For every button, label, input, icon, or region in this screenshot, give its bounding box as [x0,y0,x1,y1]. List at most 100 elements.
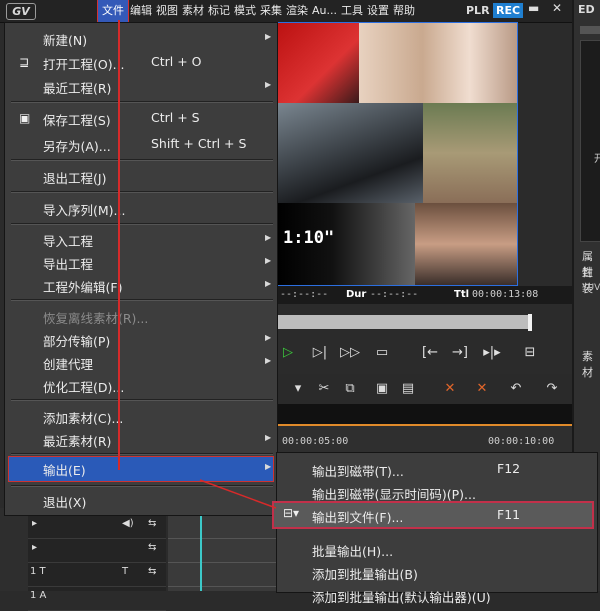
ripple-delete-icon[interactable]: ✕ [472,380,492,398]
menu-marker[interactable]: 标记 [206,0,232,22]
redo-icon[interactable]: ↷ [542,380,562,398]
menu-view[interactable]: 视图 [154,0,180,22]
time-info-bar: --:--:-- Dur --:--:-- Ttl 00:00:13:08 [276,286,572,304]
menu-help[interactable]: 帮助 [391,0,417,22]
set-out-icon[interactable]: →] [448,342,472,364]
set-in-icon[interactable]: [← [418,342,442,364]
menu-separator [11,191,273,193]
menu-add-clip[interactable]: 添加素材(C)... [5,405,277,427]
mode-icon[interactable]: ▾ [288,380,308,398]
play-icon[interactable]: ▷ [276,342,300,364]
menu-mode[interactable]: 模式 [232,0,258,22]
scrub-handle[interactable] [528,314,532,331]
menu-export-to-tape[interactable]: 输出到磁带(T)... F12 [277,457,597,479]
sync-icon[interactable]: ⇆ [148,566,156,577]
menu-external-edit[interactable]: 工程外编辑(F) ▶ [5,274,277,296]
edit-panel-title: ED [578,3,595,16]
paste-icon[interactable]: ▣ [372,380,392,398]
menu-create-proxy[interactable]: 创建代理 ▶ [5,351,277,373]
title-icon[interactable]: T [122,566,128,577]
lane-divider [168,586,278,587]
expand-icon[interactable]: ▸ [32,542,37,553]
lane-divider [168,562,278,563]
sync-icon[interactable]: ⇆ [148,542,156,553]
panel-header-bar [580,26,600,34]
menu-recent-clips[interactable]: 最近素材(R) ▶ [5,428,277,450]
audio-track-header[interactable]: 1 A [28,586,166,611]
ttl-label: Ttl [454,289,470,300]
menu-open-project[interactable]: ⊒ 打开工程(O)... Ctrl + O [5,51,277,73]
rec-badge[interactable]: REC [493,3,524,18]
copy-icon[interactable]: ⧉ [340,380,360,398]
paste-alt-icon[interactable]: ▤ [398,380,418,398]
menu-separator [11,399,273,401]
menu-save-as[interactable]: 另存为(A)... Shift + Ctrl + S [5,133,277,155]
menu-add-to-batch-default[interactable]: 添加到批量输出(默认输出器)(U) [277,583,597,605]
menu-export-to-tape-tc[interactable]: 输出到磁带(显示时间码)(P)... [277,480,597,502]
menu-file[interactable]: 文件 [97,0,129,23]
menu-add-to-batch[interactable]: 添加到批量输出(B) [277,560,597,582]
menu-tools[interactable]: 工具 [339,0,365,22]
floppy-icon: ▣ [19,111,31,125]
menu-edit[interactable]: 编辑 [128,0,154,22]
fast-forward-icon[interactable]: ▷▷ [338,342,362,364]
annotation-line [118,20,120,470]
track-lanes[interactable] [168,508,278,591]
menu-recent-projects[interactable]: 最近工程(R) ▶ [5,75,277,97]
menu-separator [11,299,273,301]
menu-capture[interactable]: 采集 [258,0,284,22]
menu-optimize-project[interactable]: 优化工程(D)... [5,374,277,396]
export-file-icon: ⊟▾ [283,506,300,520]
photo-tile-red [277,23,359,103]
scrub-bar[interactable] [276,315,532,329]
title-track-header[interactable]: 1 T T ⇆ [28,562,166,587]
menu-bar: GV 文件 编辑 视图 素材 标记 模式 采集 渲染 Au... 工具 设置 帮… [0,0,572,23]
track-header[interactable]: ▸ ◀) ⇆ [28,514,166,539]
menu-separator [11,453,273,455]
undo-icon[interactable]: ↶ [506,380,526,398]
menu-export-to-file[interactable]: ⊟▾ 输出到文件(F)... F11 [272,501,594,529]
menu-export-project[interactable]: 导出工程 ▶ [5,251,277,273]
photo-tile-floral [423,103,517,203]
menu-audio[interactable]: Au... [310,0,339,22]
track-headers: ▸ ◀) ⇆ ▸ ⇆ 1 T T ⇆ 1 A [28,508,166,611]
menu-settings[interactable]: 设置 [365,0,391,22]
insert-icon[interactable]: ⊟ [518,342,542,364]
track-header[interactable]: ▸ ⇆ [28,538,166,563]
menu-new[interactable]: 新建(N) ▶ [5,27,277,49]
menu-render[interactable]: 渲染 [284,0,310,22]
menu-import-sequence[interactable]: 导入序列(M)... [5,197,277,219]
menu-partial-transfer[interactable]: 部分传输(P) ▶ [5,328,277,350]
expand-icon[interactable]: ▸ [32,518,37,529]
close-icon[interactable]: ✕ [552,1,562,15]
menu-clip[interactable]: 素材 [180,0,206,22]
dur-timecode: --:--:-- [370,289,419,300]
ttl-timecode: 00:00:13:08 [472,289,539,300]
sync-icon[interactable]: ⇆ [148,518,156,529]
menu-close-project[interactable]: 退出工程(J) [5,165,277,187]
menu-export[interactable]: 输出(E) ▶ [8,456,274,482]
minimize-icon[interactable]: ▬ [528,1,539,15]
split-icon[interactable]: ▸|▸ [480,342,504,364]
menu-separator [11,101,273,103]
menu-separator [11,223,273,225]
overlay-timecode: 1:10" [283,228,335,248]
playhead[interactable] [200,508,202,591]
dur-label: Dur [346,289,367,300]
ruler-time-1: 00:00:05:00 [282,436,349,447]
menu-save-project[interactable]: ▣ 保存工程(S) Ctrl + S [5,107,277,129]
step-forward-icon[interactable]: ▷| [308,342,332,364]
cut-icon[interactable]: ✂ [314,380,334,398]
menu-import-project[interactable]: 导入工程 ▶ [5,228,277,250]
preview-monitor[interactable]: 1:10" [276,22,518,286]
menu-batch-export[interactable]: 批量输出(H)... [277,537,597,559]
menu-exit[interactable]: 退出(X) [5,489,277,511]
photo-tile-portraits [359,23,517,103]
delete-icon[interactable]: ✕ [440,380,460,398]
loop-icon[interactable]: ▭ [370,342,394,364]
track-label: 1 A [30,590,47,601]
timeline-header [278,404,572,424]
speaker-icon[interactable]: ◀) [122,518,134,529]
lane-divider [168,538,278,539]
in-timecode: --:--:-- [280,289,329,300]
